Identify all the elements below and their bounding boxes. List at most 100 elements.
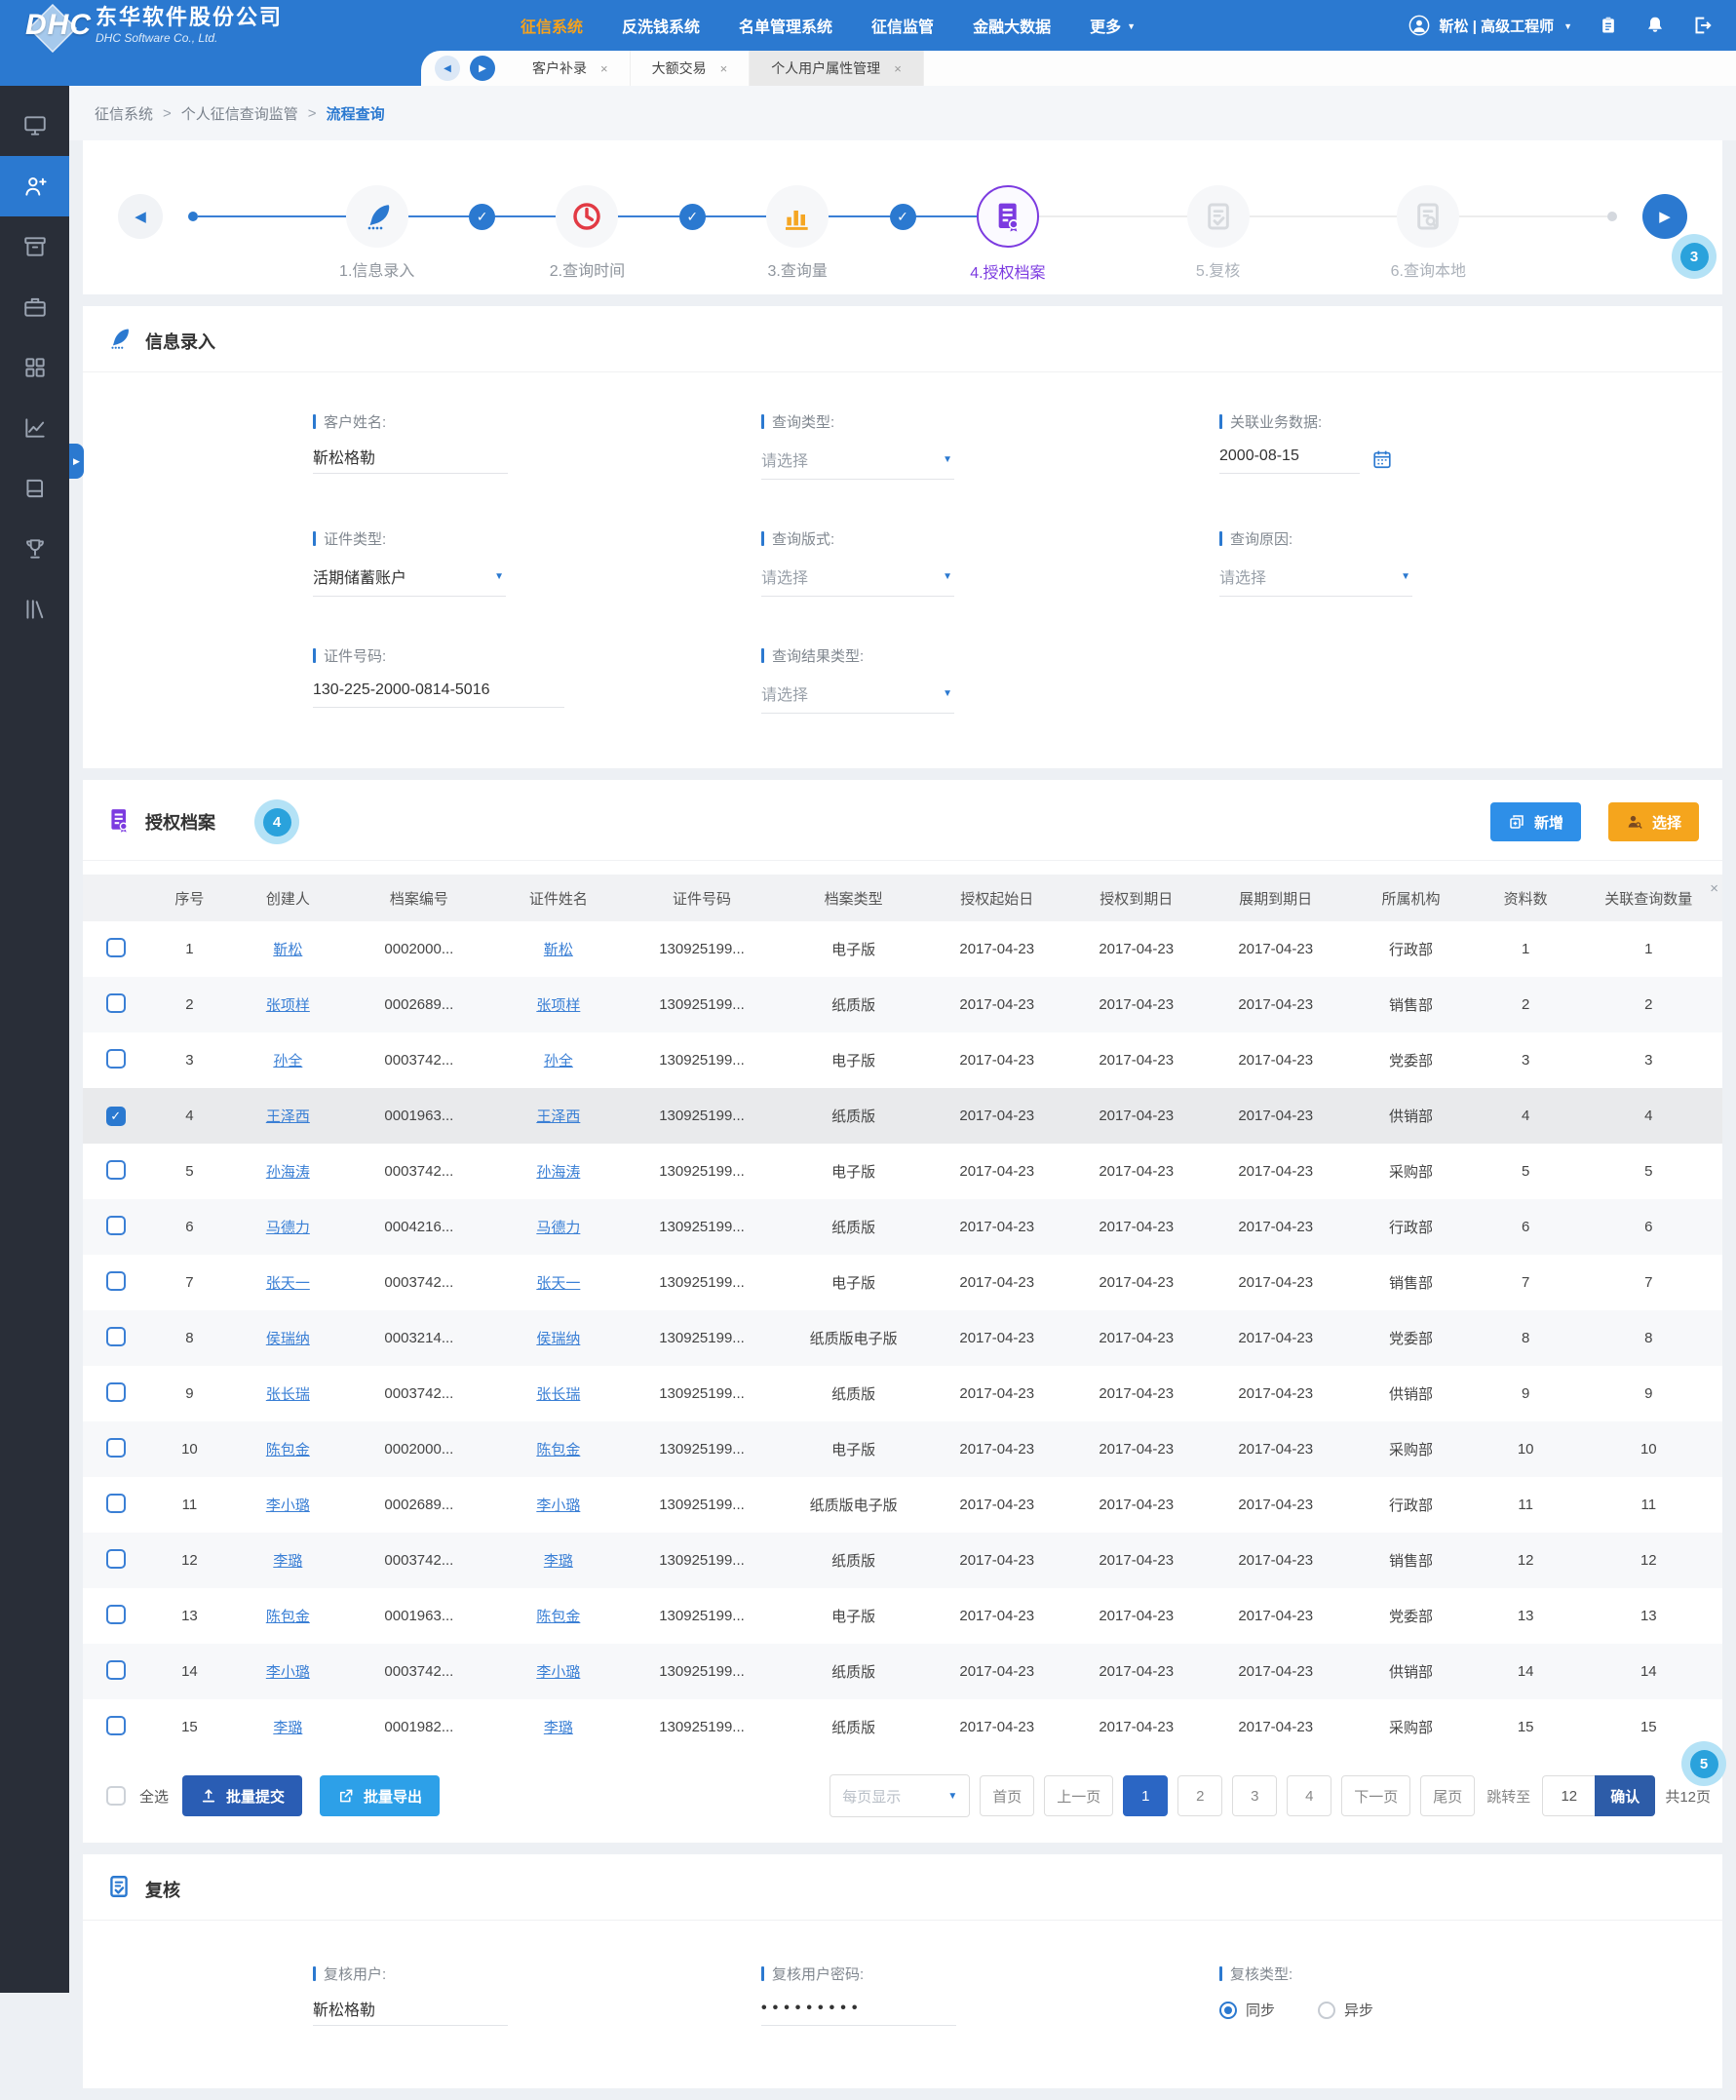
radio-async[interactable]: 异步 — [1318, 2000, 1373, 2020]
sidebar-item-archive-box[interactable] — [0, 216, 69, 277]
form-select[interactable]: 请选择▼ — [1219, 563, 1412, 597]
per-page-select[interactable]: 每页显示▼ — [829, 1774, 970, 1817]
creator-link[interactable]: 王泽西 — [266, 1108, 310, 1125]
creator-link[interactable]: 孙海涛 — [266, 1164, 310, 1181]
cert-name-link[interactable]: 李璐 — [544, 1720, 573, 1736]
creator-link[interactable]: 李小璐 — [266, 1497, 310, 1514]
creator-link[interactable]: 李璐 — [273, 1553, 302, 1570]
form-select[interactable]: 请选择▼ — [761, 446, 954, 480]
row-checkbox[interactable] — [106, 1382, 126, 1402]
logout-icon[interactable] — [1691, 15, 1713, 36]
row-checkbox[interactable] — [106, 1438, 126, 1458]
cert-name-link[interactable]: 李璐 — [544, 1553, 573, 1570]
breadcrumb-part[interactable]: 个人征信查询监管 — [181, 103, 298, 124]
cert-name-link[interactable]: 靳松 — [544, 942, 573, 958]
tab-item[interactable]: 大额交易× — [631, 51, 751, 86]
stepper-step-1[interactable]: 1.信息录入 — [346, 185, 408, 248]
creator-link[interactable]: 李小璐 — [266, 1664, 310, 1681]
form-input[interactable] — [313, 680, 564, 708]
nav-item[interactable]: 反洗钱系统 — [622, 14, 700, 37]
creator-link[interactable]: 张长瑞 — [266, 1386, 310, 1403]
cert-name-link[interactable]: 孙海涛 — [536, 1164, 580, 1181]
cert-name-link[interactable]: 王泽西 — [536, 1108, 580, 1125]
sidebar-item-user-manage[interactable] — [0, 156, 69, 216]
row-checkbox[interactable] — [106, 1494, 126, 1513]
stepper-step-6[interactable]: 6.查询本地 — [1397, 185, 1459, 248]
creator-link[interactable]: 马德力 — [266, 1220, 310, 1236]
cert-name-link[interactable]: 张长瑞 — [536, 1386, 580, 1403]
nav-item[interactable]: 名单管理系统 — [739, 14, 832, 37]
cert-name-link[interactable]: 张天一 — [536, 1275, 580, 1292]
stepper-next-button[interactable]: ▶ — [1642, 194, 1687, 239]
row-checkbox[interactable] — [106, 1216, 126, 1235]
stepper-step-5[interactable]: 5.复核 — [1187, 185, 1250, 248]
cert-name-link[interactable]: 李小璐 — [536, 1664, 580, 1681]
batch-submit-button[interactable]: 批量提交 — [182, 1775, 302, 1816]
table-close-icon[interactable]: × — [1710, 880, 1718, 897]
creator-link[interactable]: 陈包金 — [266, 1442, 310, 1458]
sidebar-item-book[interactable] — [0, 458, 69, 519]
form-input[interactable] — [313, 446, 508, 474]
page-button-4[interactable]: 4 — [1287, 1775, 1331, 1816]
creator-link[interactable]: 孙全 — [273, 1053, 302, 1069]
creator-link[interactable]: 张天一 — [266, 1275, 310, 1292]
cert-name-link[interactable]: 陈包金 — [536, 1442, 580, 1458]
jump-confirm-button[interactable]: 确认 — [1595, 1775, 1655, 1816]
cert-name-link[interactable]: 孙全 — [544, 1053, 573, 1069]
stepper-step-3[interactable]: 3.查询量 — [766, 185, 829, 248]
row-checkbox[interactable] — [106, 1716, 126, 1735]
tab-item[interactable]: 客户补录× — [511, 51, 631, 86]
tab-close-icon[interactable]: × — [720, 61, 728, 76]
page-button-3[interactable]: 3 — [1232, 1775, 1277, 1816]
next-page-button[interactable]: 下一页 — [1341, 1775, 1410, 1816]
nav-item[interactable]: 更多▼ — [1090, 14, 1136, 37]
row-checkbox[interactable] — [106, 1271, 126, 1291]
form-select[interactable]: 活期储蓄账户▼ — [313, 563, 506, 597]
row-checkbox[interactable] — [106, 993, 126, 1013]
creator-link[interactable]: 陈包金 — [266, 1609, 310, 1625]
nav-item[interactable]: 金融大数据 — [973, 14, 1051, 37]
stepper-step-2[interactable]: 2.查询时间 — [556, 185, 618, 248]
sidebar-item-briefcase[interactable] — [0, 277, 69, 337]
form-select[interactable]: 请选择▼ — [761, 680, 954, 714]
clipboard-icon[interactable] — [1598, 15, 1619, 36]
row-checkbox[interactable] — [106, 1160, 126, 1180]
date-field[interactable]: 2000-08-15 — [1219, 446, 1393, 474]
review-user-input[interactable] — [313, 1998, 508, 2026]
jump-page-input[interactable] — [1542, 1775, 1595, 1816]
user-menu[interactable]: 靳松 | 高级工程师 ▼ — [1408, 15, 1572, 36]
cert-name-link[interactable]: 李小璐 — [536, 1497, 580, 1514]
breadcrumb-part[interactable]: 征信系统 — [95, 103, 153, 124]
creator-link[interactable]: 张项样 — [266, 997, 310, 1014]
tab-close-icon[interactable]: × — [894, 61, 902, 76]
add-button[interactable]: 新增 — [1490, 802, 1581, 841]
last-page-button[interactable]: 尾页 — [1420, 1775, 1475, 1816]
batch-export-button[interactable]: 批量导出 — [320, 1775, 440, 1816]
review-password-input[interactable] — [761, 1998, 956, 2026]
cert-name-link[interactable]: 张项样 — [536, 997, 580, 1014]
row-checkbox[interactable] — [106, 1327, 126, 1346]
tab-active[interactable]: 个人用户属性管理× — [750, 51, 924, 86]
cert-name-link[interactable]: 陈包金 — [536, 1609, 580, 1625]
row-checkbox[interactable] — [106, 938, 126, 957]
creator-link[interactable]: 侯瑞纳 — [266, 1331, 310, 1347]
page-button-2[interactable]: 2 — [1177, 1775, 1222, 1816]
tab-close-icon[interactable]: × — [600, 61, 608, 76]
row-checkbox[interactable]: ✓ — [106, 1107, 126, 1126]
stepper-step-4[interactable]: 4.授权档案 — [977, 185, 1039, 248]
sidebar-expand-handle[interactable]: ▶ — [69, 444, 84, 479]
notifications-bell-icon[interactable] — [1644, 15, 1666, 36]
sidebar-item-desktop[interactable] — [0, 96, 69, 156]
cert-name-link[interactable]: 马德力 — [536, 1220, 580, 1236]
select-all-checkbox[interactable] — [106, 1786, 126, 1806]
prev-page-button[interactable]: 上一页 — [1044, 1775, 1113, 1816]
radio-sync[interactable]: 同步 — [1219, 2000, 1275, 2020]
form-select[interactable]: 请选择▼ — [761, 563, 954, 597]
row-checkbox[interactable] — [106, 1549, 126, 1569]
tabs-scroll-left-icon[interactable]: ◀ — [435, 56, 460, 81]
cert-name-link[interactable]: 侯瑞纳 — [536, 1331, 580, 1347]
first-page-button[interactable]: 首页 — [980, 1775, 1034, 1816]
nav-item[interactable]: 征信系统 — [521, 14, 583, 37]
stepper-prev-button[interactable]: ◀ — [118, 194, 163, 239]
sidebar-item-analytics[interactable] — [0, 398, 69, 458]
